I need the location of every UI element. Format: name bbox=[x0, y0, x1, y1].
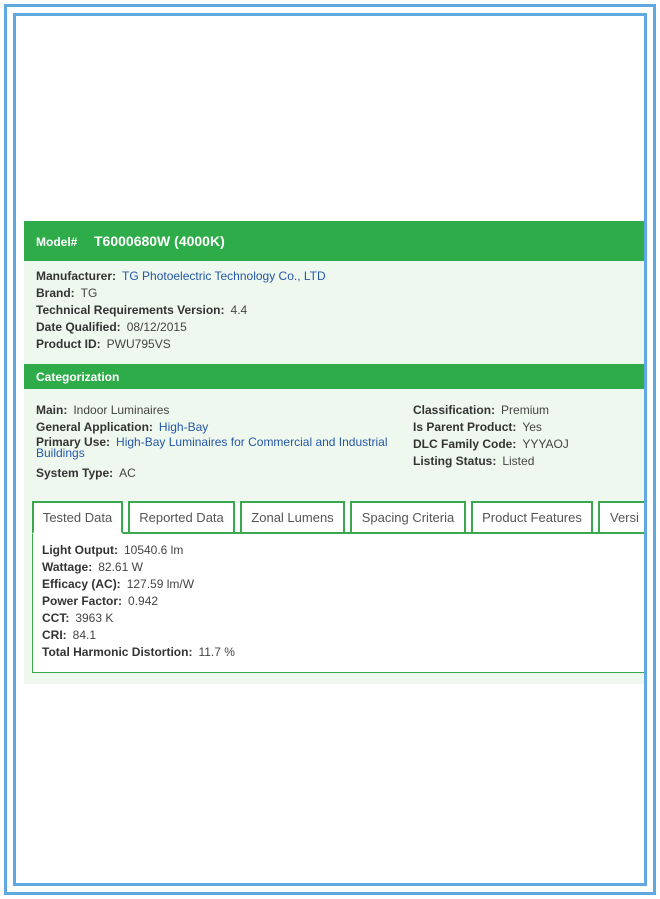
tab-tested-data[interactable]: Tested Data bbox=[32, 501, 123, 534]
product-panel: Model# T6000680W (4000K) Manufacturer: TG… bbox=[24, 221, 644, 684]
detail-manufacturer: Manufacturer: TG Photoelectric Technology… bbox=[36, 269, 326, 283]
inner-frame: Model# T6000680W (4000K) Manufacturer: TG… bbox=[13, 13, 647, 886]
tab-reported-data[interactable]: Reported Data bbox=[128, 501, 235, 533]
model-header: Model# T6000680W (4000K) bbox=[24, 221, 644, 261]
detail-tech-req-version: Technical Requirements Version: 4.4 bbox=[36, 303, 248, 317]
tab-divider bbox=[32, 532, 644, 534]
tab-versions[interactable]: Versi bbox=[598, 501, 644, 533]
tested-power-factor: Power Factor: 0.942 bbox=[42, 594, 159, 608]
tested-cct: CCT: 3963 K bbox=[42, 611, 114, 625]
detail-product-id: Product ID: PWU795VS bbox=[36, 337, 171, 351]
cat-listing-status: Listing Status: Listed bbox=[413, 454, 535, 468]
cat-classification: Classification: Premium bbox=[413, 403, 550, 417]
tab-zonal-lumens[interactable]: Zonal Lumens bbox=[240, 501, 345, 533]
tested-thd: Total Harmonic Distortion: 11.7 % bbox=[42, 645, 235, 659]
cat-main: Main: Indoor Luminaires bbox=[36, 403, 170, 417]
detail-date-qualified: Date Qualified: 08/12/2015 bbox=[36, 320, 187, 334]
cat-dlc-family-code: DLC Family Code: YYYAOJ bbox=[413, 437, 569, 451]
tested-wattage: Wattage: 82.61 W bbox=[42, 560, 143, 574]
model-label: Model# bbox=[36, 235, 78, 249]
categorization-header: Categorization bbox=[24, 364, 644, 389]
tested-efficacy: Efficacy (AC): 127.59 lm/W bbox=[42, 577, 195, 591]
cat-general-application: General Application: High-Bay bbox=[36, 420, 209, 434]
cat-is-parent-product: Is Parent Product: Yes bbox=[413, 420, 542, 434]
categorization-title: Categorization bbox=[36, 370, 120, 384]
detail-brand: Brand: TG bbox=[36, 286, 98, 300]
tested-light-output: Light Output: 10540.6 lm bbox=[42, 543, 184, 557]
general-application-link[interactable]: High-Bay bbox=[159, 420, 208, 434]
model-number: T6000680W (4000K) bbox=[94, 233, 225, 249]
tab-product-features[interactable]: Product Features bbox=[471, 501, 593, 533]
manufacturer-link[interactable]: TG Photoelectric Technology Co., LTD bbox=[122, 269, 326, 283]
cat-primary-use: Primary Use: High-Bay Luminaires for Comm… bbox=[36, 435, 388, 460]
tested-cri: CRI: 84.1 bbox=[42, 628, 97, 642]
cat-system-type: System Type: AC bbox=[36, 466, 136, 480]
tab-spacing-criteria[interactable]: Spacing Criteria bbox=[350, 501, 466, 533]
